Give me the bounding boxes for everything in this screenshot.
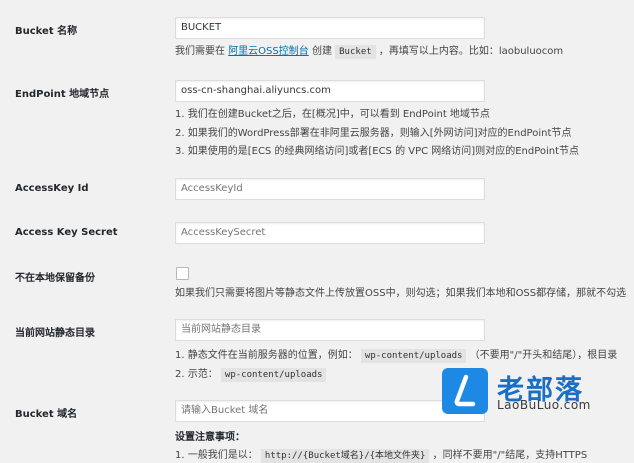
bucket-desc-post: ，再填写以上内容。比如：laobuluocom xyxy=(378,46,564,57)
no-local-backup-checkbox[interactable] xyxy=(176,267,189,280)
access-key-secret-input[interactable] xyxy=(175,222,485,244)
static-note2-code: wp-content/uploads xyxy=(220,368,327,382)
bucket-domain-settings-title: 设置注意事项： xyxy=(175,432,245,443)
bucket-name-label: Bucket 名称 xyxy=(15,26,78,37)
static-dir-note-1: 1. 静态文件在当前服务器的位置，例如： wp-content/uploads … xyxy=(175,346,618,363)
access-key-secret-label: Access Key Secret xyxy=(15,227,118,238)
static-note2-pre: 2. 示范： xyxy=(175,369,218,380)
bucket-domain-label: Bucket 域名 xyxy=(15,409,78,420)
no-local-backup-label: 不在本地保留备份 xyxy=(15,273,95,284)
oss-console-link[interactable]: 阿里云OSS控制台 xyxy=(228,46,309,57)
static-dir-note-2: 2. 示范： wp-content/uploads xyxy=(175,365,327,382)
access-key-id-label: AccessKey Id xyxy=(15,183,89,194)
endpoint-input[interactable] xyxy=(175,80,485,102)
bucket-name-description: 我们需要在 阿里云OSS控制台 创建 Bucket ，再填写以上内容。比如：la… xyxy=(175,42,564,59)
static-note1-pre: 1. 静态文件在当前服务器的位置，例如： xyxy=(175,350,358,361)
static-dir-input[interactable] xyxy=(175,319,485,341)
endpoint-note-1: 1. 我们在创建Bucket之后，在[概况]中，可以看到 EndPoint 地域… xyxy=(175,109,490,120)
bucket-domain-note-1: 1. 一般我们是以： http://{Bucket域名}/{本地文件夹} ，同样… xyxy=(175,446,587,463)
static-note1-post: （不要用"/"开头和结尾），根目录 xyxy=(469,350,618,361)
endpoint-label: EndPoint 地域节点 xyxy=(15,89,110,100)
static-note1-code: wp-content/uploads xyxy=(360,349,467,363)
bucket-desc-pre: 我们需要在 xyxy=(175,46,225,57)
watermark-logo: 老部落 LaoBuLuo.com xyxy=(442,368,634,414)
endpoint-note-3: 3. 如果使用的是[ECS 的经典网络访问]或者[ECS 的 VPC 网络访问]… xyxy=(175,146,580,157)
logo-l-icon xyxy=(442,368,488,414)
bucket-code: Bucket xyxy=(335,45,376,59)
domain-note1-code: http://{Bucket域名}/{本地文件夹} xyxy=(260,449,430,463)
access-key-id-input[interactable] xyxy=(175,178,485,200)
bucket-name-input[interactable] xyxy=(175,17,485,39)
endpoint-note-2: 2. 如果我们的WordPress部署在非阿里云服务器，则输入[外网访问]对应的… xyxy=(175,128,572,139)
logo-l-glyph xyxy=(454,374,476,407)
static-dir-label: 当前网站静态目录 xyxy=(15,328,95,339)
bucket-domain-input[interactable] xyxy=(175,400,485,422)
no-local-backup-description: 如果我们只需要将图片等静态文件上传放置OSS中，则勾选；如果我们本地和OSS都存… xyxy=(175,288,627,299)
watermark-url: LaoBuLuo.com xyxy=(497,398,591,412)
bucket-desc-mid: 创建 xyxy=(311,46,332,57)
